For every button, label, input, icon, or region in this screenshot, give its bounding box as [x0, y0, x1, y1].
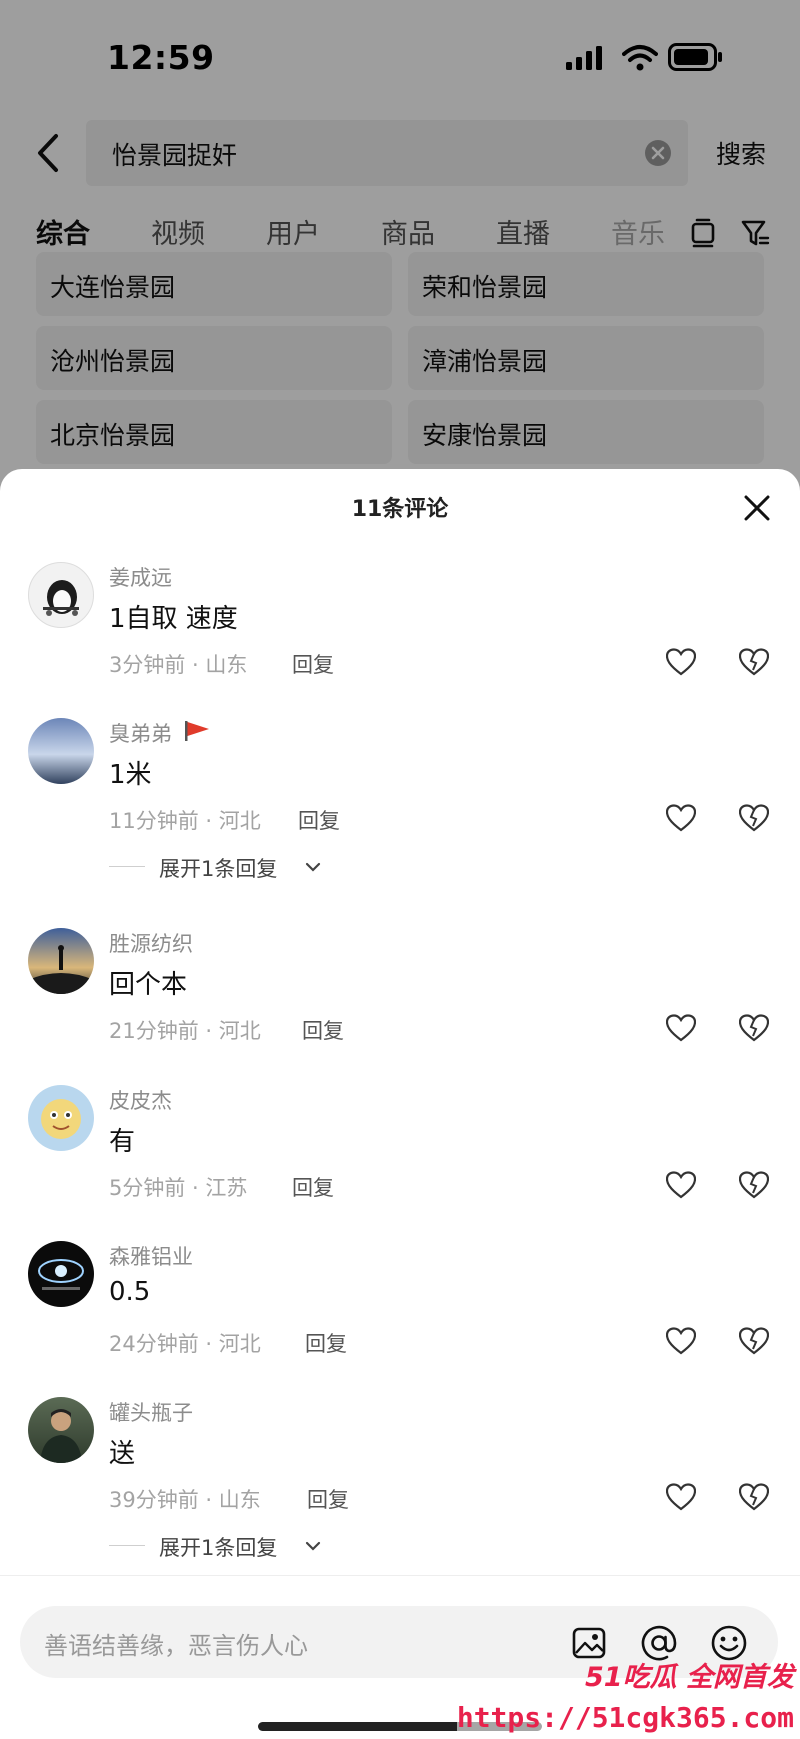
avatar[interactable] [28, 1085, 94, 1151]
close-icon[interactable] [742, 493, 772, 523]
comment-time-location: 39分钟前 · 山东 [109, 1488, 261, 1512]
modal-overlay[interactable] [0, 0, 800, 520]
comment-time-location: 3分钟前 · 山东 [109, 653, 248, 677]
comment-username[interactable]: 皮皮杰 [109, 1085, 172, 1115]
broken-heart-dislike-icon[interactable] [739, 1014, 769, 1042]
reply-button[interactable]: 回复 [307, 1484, 349, 1514]
reply-button[interactable]: 回复 [292, 649, 334, 679]
avatar[interactable] [28, 1241, 94, 1307]
comment-text: 1米 [109, 760, 152, 790]
comment-item: 皮皮杰 有 5分钟前 · 江苏 回复 [0, 1085, 800, 1235]
reply-button[interactable]: 回复 [292, 1172, 334, 1202]
reply-button[interactable]: 回复 [305, 1328, 347, 1358]
cartoon-avatar-icon [41, 1099, 81, 1139]
site-watermark: 51吃瓜 全网首发 https://51cgk365.com [456, 1655, 800, 1739]
expand-replies-label[interactable]: 展开1条回复 [159, 1532, 277, 1562]
comment-time-location: 21分钟前 · 河北 [109, 1019, 261, 1043]
comment-time-location: 11分钟前 · 河北 [109, 809, 261, 833]
avatar[interactable] [28, 928, 94, 994]
avatar[interactable] [28, 562, 94, 628]
comments-sheet: 11条评论 姜成远 1自取 速度 3分钟前 · 山东 回复 臭弟弟 1米 11分… [0, 469, 800, 1739]
heart-like-icon[interactable] [666, 1171, 696, 1199]
watermark-brand: 51吃瓜 全网首发 [585, 1662, 794, 1693]
eye-logo-avatar-icon [38, 1259, 84, 1290]
broken-heart-dislike-icon[interactable] [739, 1327, 769, 1355]
comment-username[interactable]: 臭弟弟 [109, 718, 172, 748]
comment-item: 臭弟弟 1米 11分钟前 · 河北 回复 展开1条回复 [0, 718, 800, 881]
broken-heart-dislike-icon[interactable] [739, 648, 769, 676]
comment-username[interactable]: 姜成远 [109, 562, 172, 592]
expand-divider [109, 866, 145, 867]
silhouette-avatar-icon [28, 945, 94, 994]
broken-heart-dislike-icon[interactable] [739, 804, 769, 832]
chevron-down-icon [305, 1541, 321, 1551]
heart-like-icon[interactable] [666, 1327, 696, 1355]
heart-like-icon[interactable] [666, 804, 696, 832]
heart-like-icon[interactable] [666, 648, 696, 676]
comment-text: 回个本 [109, 970, 188, 1000]
avatar[interactable] [28, 718, 94, 784]
comment-item: 姜成远 1自取 速度 3分钟前 · 山东 回复 [0, 562, 800, 712]
comment-time-location: 24分钟前 · 河北 [109, 1332, 261, 1356]
comment-username[interactable]: 森雅铝业 [109, 1241, 193, 1271]
comment-text: 0.5 [109, 1277, 151, 1307]
comment-input-placeholder[interactable]: 善语结善缘，恶言伤人心 [44, 1626, 308, 1661]
comment-username[interactable]: 罐头瓶子 [109, 1397, 193, 1427]
reply-button[interactable]: 回复 [298, 805, 340, 835]
broken-heart-dislike-icon[interactable] [739, 1171, 769, 1199]
person-photo-avatar-icon [40, 1409, 82, 1463]
expand-divider [109, 1545, 145, 1546]
comments-count-title: 11条评论 [351, 497, 449, 522]
watermark-url: https://51cgk365.com [456, 1701, 794, 1734]
penguin-avatar-icon [43, 580, 79, 616]
chevron-down-icon [305, 862, 321, 872]
heart-like-icon[interactable] [666, 1014, 696, 1042]
reply-button[interactable]: 回复 [302, 1015, 344, 1045]
broken-heart-dislike-icon[interactable] [739, 1483, 769, 1511]
heart-like-icon[interactable] [666, 1483, 696, 1511]
red-flag-icon [185, 721, 209, 741]
expand-replies-label[interactable]: 展开1条回复 [159, 853, 277, 883]
comment-item: 胜源纺织 回个本 21分钟前 · 河北 回复 [0, 928, 800, 1078]
comment-text: 有 [109, 1127, 136, 1157]
comment-item: 森雅铝业 0.5 24分钟前 · 河北 回复 [0, 1241, 800, 1391]
comment-text: 送 [109, 1439, 136, 1469]
comment-text: 1自取 速度 [109, 604, 238, 634]
comment-time-location: 5分钟前 · 江苏 [109, 1176, 248, 1200]
comment-username[interactable]: 胜源纺织 [109, 928, 193, 958]
avatar[interactable] [28, 1397, 94, 1463]
comment-item: 罐头瓶子 送 39分钟前 · 山东 回复 展开1条回复 [0, 1397, 800, 1560]
search-results-page: 12:59 怡景园捉奸 搜索 综合 视频 用户 商品 直播 音乐 大连怡景园 荣… [0, 0, 800, 520]
